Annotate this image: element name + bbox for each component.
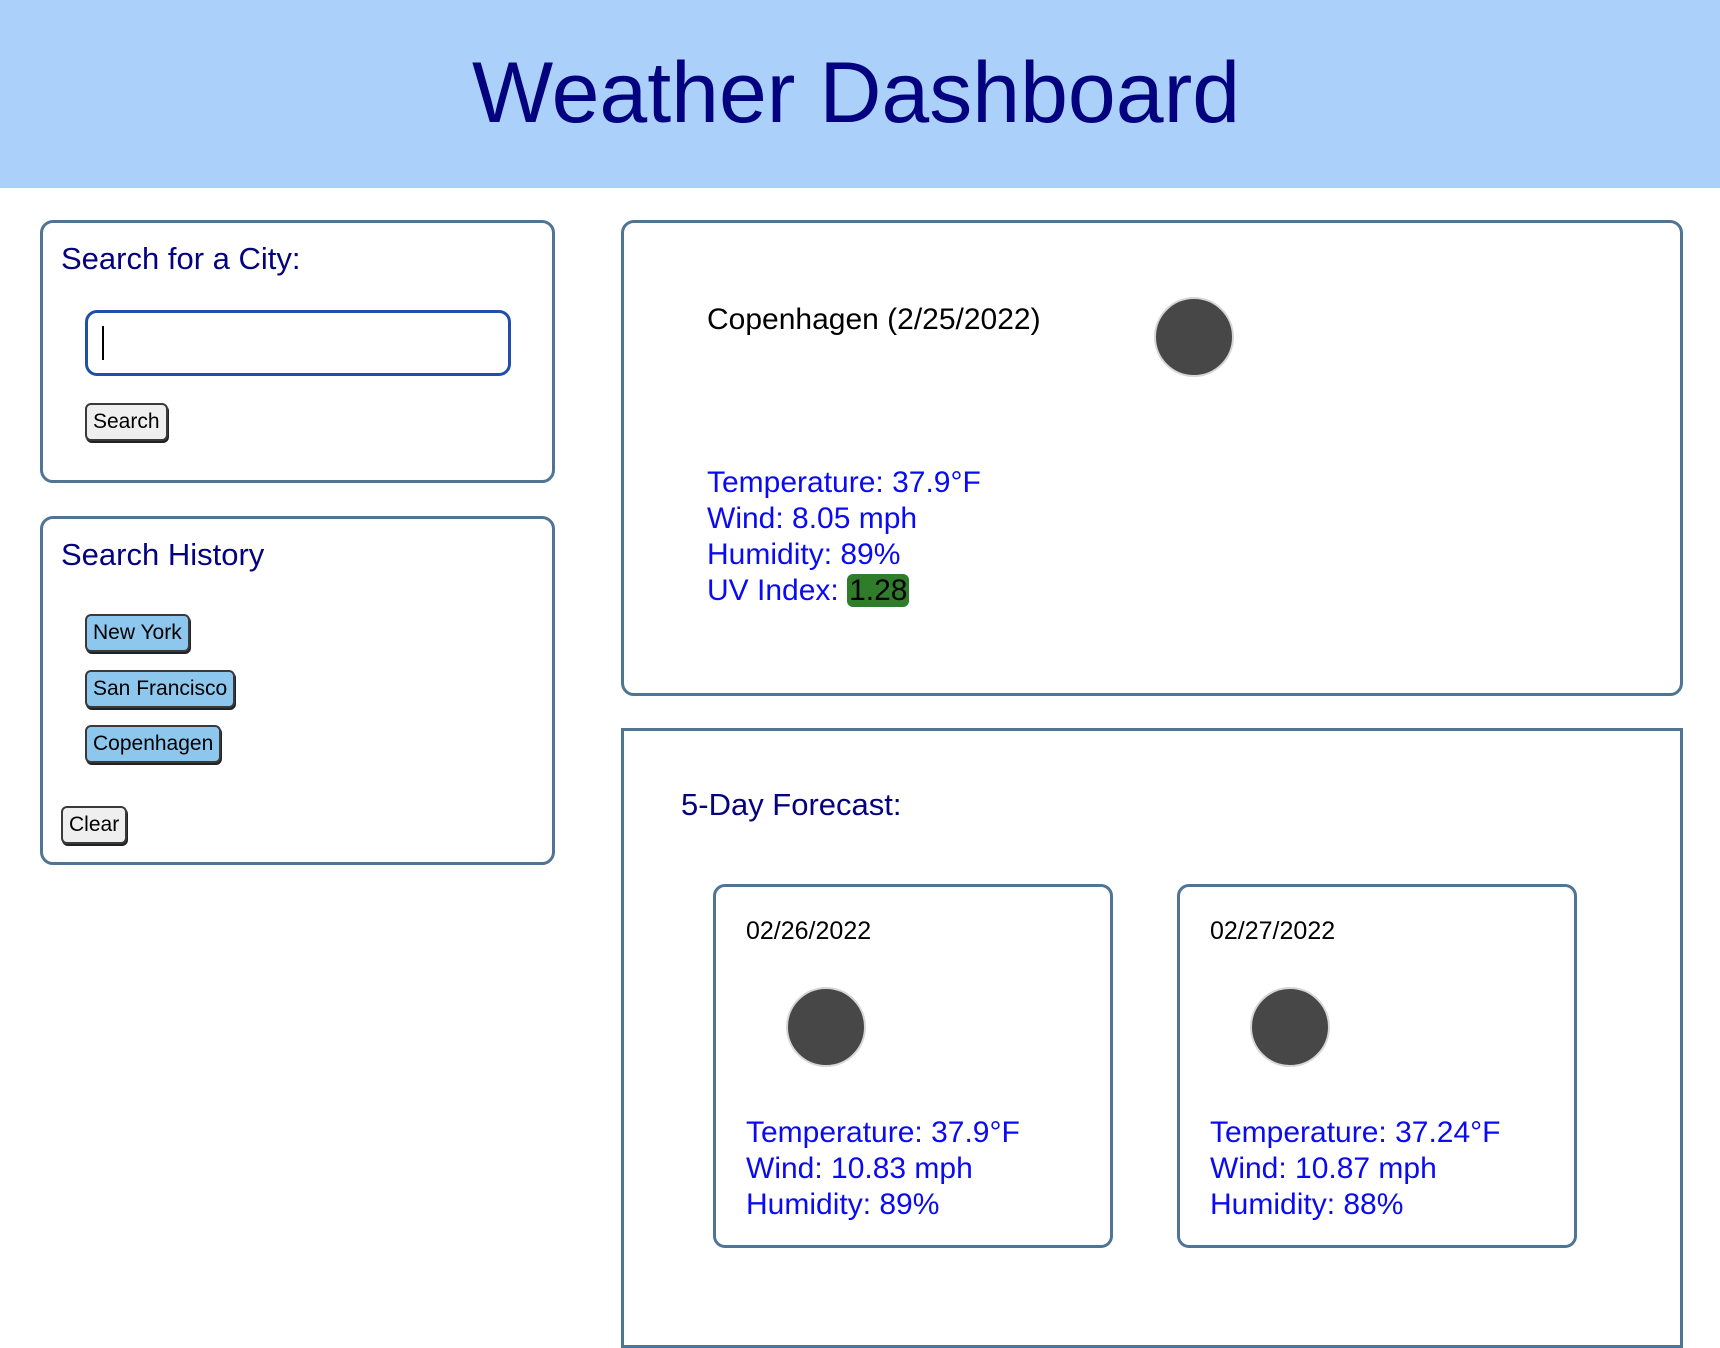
forecast-temperature: Temperature: 37.24°F [1210,1116,1501,1149]
uv-index-badge: 1.28 [847,574,910,607]
uv-label: UV Index: [707,574,848,607]
weather-icon [1154,297,1234,377]
forecast-title: 5-Day Forecast: [681,787,902,822]
text-caret [102,326,104,360]
history-item-san-francisco[interactable]: San Francisco [85,670,236,708]
forecast-wind: Wind: 10.87 mph [1210,1152,1437,1185]
current-temperature: Temperature: 37.9°F [707,466,981,499]
current-city-date: Copenhagen (2/25/2022) [707,303,1041,336]
forecast-panel: 5-Day Forecast: 02/26/2022 Temperature: … [621,728,1683,1348]
weather-icon [1250,987,1330,1067]
forecast-date: 02/27/2022 [1210,917,1336,945]
page-header: Weather Dashboard [0,0,1720,188]
search-button[interactable]: Search [85,403,168,441]
forecast-temperature: Temperature: 37.9°F [746,1116,1020,1149]
current-wind: Wind: 8.05 mph [707,502,918,535]
current-uv: UV Index: 1.28 [707,573,981,609]
forecast-card: 02/26/2022 Temperature: 37.9°F Wind: 10.… [713,884,1113,1248]
weather-icon [786,987,866,1067]
city-search-input[interactable] [85,310,511,376]
forecast-stats: Temperature: 37.24°F Wind: 10.87 mph Hum… [1210,1115,1500,1223]
forecast-wind: Wind: 10.83 mph [746,1152,973,1185]
forecast-date: 02/26/2022 [746,917,872,945]
history-item-copenhagen[interactable]: Copenhagen [85,725,222,763]
search-title: Search for a City: [61,241,301,276]
forecast-card: 02/27/2022 Temperature: 37.24°F Wind: 10… [1177,884,1577,1248]
search-panel: Search for a City: Search [40,220,555,483]
forecast-humidity: Humidity: 89% [746,1188,940,1221]
forecast-humidity: Humidity: 88% [1210,1188,1404,1221]
forecast-stats: Temperature: 37.9°F Wind: 10.83 mph Humi… [746,1115,1020,1223]
clear-history-button[interactable]: Clear [61,806,128,844]
page-title: Weather Dashboard [471,44,1241,141]
search-history-title: Search History [61,537,265,572]
current-stats: Temperature: 37.9°F Wind: 8.05 mph Humid… [707,465,981,609]
current-humidity: Humidity: 89% [707,538,901,571]
current-weather-panel: Copenhagen (2/25/2022) Temperature: 37.9… [621,220,1683,696]
search-history-panel: Search History New York San Francisco Co… [40,516,555,865]
history-item-new-york[interactable]: New York [85,614,190,652]
